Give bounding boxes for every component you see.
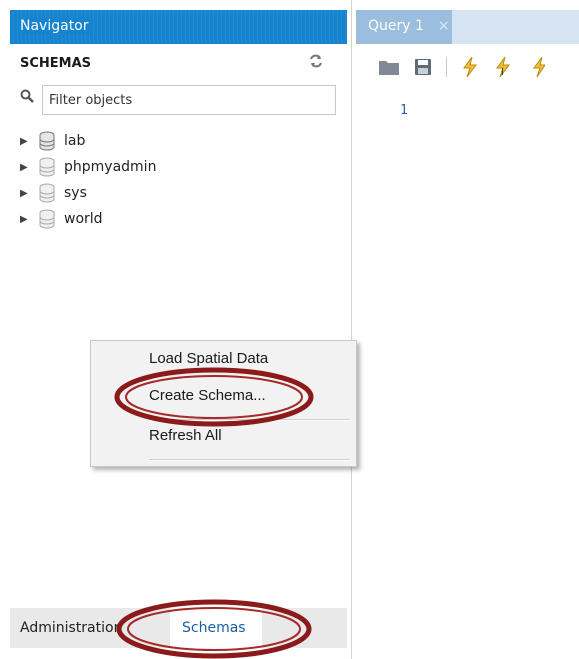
- navigator-header: Navigator: [10, 10, 347, 44]
- menu-separator: [149, 459, 350, 461]
- schema-label: sys: [64, 185, 87, 201]
- save-icon: [415, 59, 431, 75]
- expand-arrow-icon[interactable]: ▶: [20, 188, 34, 199]
- folder-icon: [379, 61, 399, 75]
- expand-arrow-icon[interactable]: ▶: [20, 136, 34, 147]
- filter-objects-input[interactable]: [42, 85, 336, 115]
- line-number: 1: [400, 103, 408, 118]
- tab-schemas[interactable]: Schemas: [170, 608, 262, 648]
- database-icon: [39, 157, 55, 177]
- lightning-icon: [533, 56, 545, 78]
- menu-item-load-spatial-data[interactable]: Load Spatial Data: [149, 350, 268, 367]
- svg-text:I: I: [501, 67, 504, 78]
- query-tab-label: Query 1: [368, 18, 424, 34]
- database-icon: [39, 131, 55, 151]
- schema-tree: ▶ lab ▶ phpmyadmin ▶ sys ▶ world: [20, 128, 156, 232]
- editor-tab-strip: Query 1 ×: [356, 10, 579, 44]
- expand-arrow-icon[interactable]: ▶: [20, 162, 34, 173]
- schema-item-world[interactable]: ▶ world: [20, 206, 156, 232]
- close-icon[interactable]: ×: [438, 18, 450, 34]
- schema-label: phpmyadmin: [64, 159, 157, 175]
- expand-arrow-icon[interactable]: ▶: [20, 214, 34, 225]
- menu-item-create-schema[interactable]: Create Schema...: [149, 387, 266, 404]
- explain-button[interactable]: [527, 56, 549, 78]
- lightning-icon: [463, 56, 477, 78]
- schema-item-sys[interactable]: ▶ sys: [20, 180, 156, 206]
- open-folder-button[interactable]: [378, 56, 400, 78]
- refresh-icon[interactable]: [307, 53, 325, 71]
- search-icon: [20, 89, 36, 105]
- navigator-title: Navigator: [20, 18, 93, 34]
- navigator-bottom-tabs: Administration Schemas: [10, 608, 347, 648]
- tab-query-1[interactable]: Query 1 ×: [356, 10, 452, 44]
- database-icon: [39, 183, 55, 203]
- execute-button[interactable]: [459, 56, 481, 78]
- schemas-header: SCHEMAS: [20, 56, 92, 71]
- navigator-panel: Navigator SCHEMAS ▶ lab ▶ phpmyadmin ▶ s…: [0, 0, 352, 659]
- database-icon: [39, 209, 55, 229]
- menu-separator: [149, 419, 350, 421]
- tab-administration[interactable]: Administration: [20, 620, 122, 636]
- schema-item-phpmyadmin[interactable]: ▶ phpmyadmin: [20, 154, 156, 180]
- schema-item-lab[interactable]: ▶ lab: [20, 128, 156, 154]
- query-editor: Query 1 × I 1: [352, 0, 579, 659]
- editor-toolbar: I: [378, 56, 561, 78]
- toolbar-separator: [446, 57, 447, 77]
- save-button[interactable]: [412, 56, 434, 78]
- menu-item-refresh-all[interactable]: Refresh All: [149, 427, 222, 444]
- lightning-cursor-icon: I: [496, 56, 510, 78]
- context-menu: Load Spatial Data Create Schema... Refre…: [90, 340, 357, 467]
- schema-label: world: [64, 211, 103, 227]
- execute-statement-button[interactable]: I: [493, 56, 515, 78]
- schema-label: lab: [64, 133, 86, 149]
